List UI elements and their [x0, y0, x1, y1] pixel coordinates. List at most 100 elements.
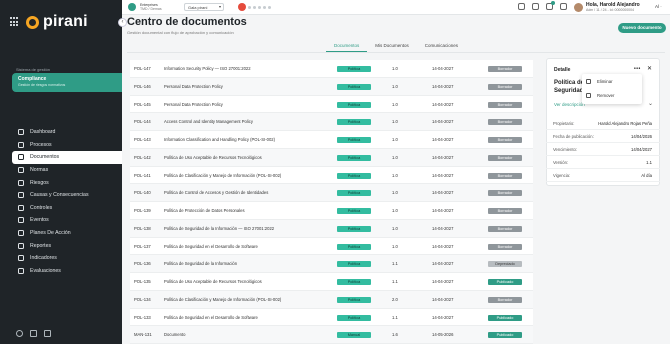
detail-title: Detalle [554, 67, 571, 73]
users-icon[interactable] [518, 3, 525, 10]
status-badge: Borrador [488, 137, 522, 143]
status-badge: Borrador [488, 83, 522, 90]
sidebar-item-eventos[interactable]: Eventos [12, 214, 122, 227]
table-row[interactable]: POL-133 Política de Seguridad en el Desar… [130, 308, 533, 327]
sidebar-item-causas-y-consecuencias[interactable]: Causas y Consecuencias [12, 189, 122, 202]
doc-version: 1.0 [392, 190, 398, 196]
sidebar-item-label: Controles [30, 204, 53, 211]
doc-version: 1.0 [392, 83, 398, 89]
table-row[interactable]: POL-144 Access Control and Identity Manag… [130, 113, 533, 131]
doc-code: POL-134 [134, 296, 151, 302]
doc-version: 1.0 [392, 225, 398, 231]
tab-comunicaciones[interactable]: Comunicaciones [417, 42, 466, 52]
company-logo-icon [128, 3, 136, 11]
sidebar-item-reportes[interactable]: Reportes [12, 239, 122, 252]
doc-version: 1.0 [392, 101, 398, 107]
tab-mis-documentos[interactable]: Mis Documentos [367, 42, 417, 52]
close-icon[interactable]: ✕ [647, 65, 652, 72]
sidebar-item-procesos[interactable]: Procesos [12, 139, 122, 152]
status-badge: Publicado [488, 279, 522, 285]
new-document-button[interactable]: Nuevo documento [618, 23, 666, 33]
collapse-sidebar-button[interactable]: ‹ [118, 18, 127, 27]
type-badge: Política [337, 261, 371, 268]
table-row[interactable]: POL-134 Política de Clasificación y Manej… [130, 290, 533, 309]
language-selector[interactable]: Al · [655, 4, 662, 9]
help-icon[interactable] [16, 330, 23, 337]
status-indicator[interactable] [238, 3, 271, 11]
table-row[interactable]: POL-145 Personal Data Protection Policy Po… [130, 95, 533, 114]
sidebar-item-label: Eventos [30, 217, 49, 224]
table-row[interactable]: POL-138 Política de Seguridad de la Infor… [130, 219, 533, 238]
notifications-icon[interactable] [546, 1, 555, 10]
detail-property: Versión: 1.1 [546, 156, 660, 169]
doc-name: Personal Data Protection Policy [164, 83, 223, 89]
document-icon[interactable] [532, 3, 539, 10]
more-options-icon[interactable]: ••• [634, 66, 641, 72]
nav-icon [18, 179, 24, 186]
menu-item-label: Remover [597, 92, 615, 98]
pirani-logo-icon [26, 15, 39, 29]
table-row[interactable]: POL-139 Política de Protección de Datos P… [130, 202, 533, 220]
documents-table: POL-147 Information Security Policy — ISO… [130, 60, 533, 344]
table-row[interactable]: POL-140 Política de Control de Accesos y … [130, 184, 533, 202]
type-badge: Política [337, 137, 371, 143]
menu-item-label: Eliminar [597, 78, 613, 84]
sidebar-item-riesgos[interactable]: Riesgos [12, 176, 122, 189]
doc-name: Information Security Policy — ISO 27001:… [164, 66, 251, 71]
sidebar: pirani Sistema de gestión Compliance Ges… [0, 0, 122, 344]
user-menu[interactable]: Hola, Harold Alejandro Adm / 11 / 24 - I… [574, 2, 640, 12]
detail-property: Vencimiento: 14/04/2027 [546, 143, 660, 156]
tenant-select[interactable]: Gala pirani ▾ [184, 3, 224, 11]
sidebar-item-planes-de-acción[interactable]: Planes De Acción [12, 227, 122, 240]
doc-date: 14-04-2027 [432, 279, 454, 284]
status-badge: Borrador [488, 225, 522, 232]
doc-name: Política de Clasificación y Manejo de In… [164, 172, 282, 178]
sidebar-item-dashboard[interactable]: Dashboard [12, 126, 122, 139]
table-row[interactable]: POL-142 Política de Uso Aceptable de Recu… [130, 148, 533, 167]
type-badge: Política [337, 243, 371, 250]
doc-code: POL-133 [134, 314, 151, 320]
card-icon[interactable] [44, 330, 51, 337]
doc-version: 1.0 [392, 137, 398, 142]
menu-item-eliminar[interactable]: Eliminar [582, 74, 642, 88]
sidebar-item-evaluaciones[interactable]: Evaluaciones [12, 265, 122, 278]
view-description-link[interactable]: Ver descripción [554, 102, 585, 107]
property-value: 14/04/2026 [631, 134, 652, 139]
sidebar-item-indicadores[interactable]: Indicadores [12, 252, 122, 265]
doc-date: 14-05-2026 [432, 332, 454, 338]
table-row[interactable]: POL-135 Política de Uso Aceptable de Recu… [130, 273, 533, 291]
nav-icon [18, 242, 24, 249]
apps-grid-icon[interactable] [10, 17, 20, 27]
type-badge: Política [337, 154, 371, 161]
table-row[interactable]: POL-141 Política de Clasificación y Manej… [130, 166, 533, 185]
doc-date: 14-04-2027 [432, 243, 454, 249]
options-menu: Eliminar Remover [582, 74, 642, 104]
status-badge: Borrador [488, 243, 522, 250]
type-badge: Política [337, 225, 371, 232]
top-bar: ‹ Enterprises TMD / Demas Gala pirani ▾ … [118, 0, 670, 27]
system-name: Compliance [18, 76, 47, 82]
sidebar-item-controles[interactable]: Controles [12, 202, 122, 215]
doc-code: POL-145 [134, 101, 151, 107]
table-row[interactable]: POL-146 Personal Data Protection Policy Po… [130, 77, 533, 96]
sidebar-item-documentos[interactable]: Documentos [12, 151, 122, 164]
settings-icon[interactable] [560, 3, 567, 10]
table-row[interactable]: POL-137 Política de Seguridad en el Desar… [130, 237, 533, 256]
sidebar-nav: Dashboard Procesos Documentos Normas Riesgos… [12, 126, 122, 277]
user-icon[interactable] [30, 330, 37, 337]
tab-documentos[interactable]: Documentos [326, 42, 368, 52]
property-value: 1.1 [646, 160, 652, 165]
table-row[interactable]: MAN-131 Documento Manual 1.6 14-05-2026 Publi… [130, 326, 533, 344]
menu-item-remover[interactable]: Remover [582, 88, 642, 102]
table-row[interactable]: POL-136 Política de Seguridad de la Infor… [130, 255, 533, 273]
table-row[interactable]: POL-143 Information Classification and Ha… [130, 131, 533, 149]
doc-code: POL-135 [134, 279, 151, 284]
table-row[interactable]: POL-147 Information Security Policy — ISO… [130, 60, 533, 78]
property-key: Vigencia: [553, 173, 571, 178]
system-selector[interactable]: Compliance Gestión de riesgos normativos [12, 73, 122, 92]
sidebar-item-normas[interactable]: Normas [12, 164, 122, 177]
chevron-down-icon[interactable]: ⌄ [648, 100, 653, 107]
doc-version: 1.1 [392, 314, 398, 320]
doc-version: 1.0 [392, 172, 398, 178]
doc-date: 14-04-2027 [432, 83, 454, 89]
